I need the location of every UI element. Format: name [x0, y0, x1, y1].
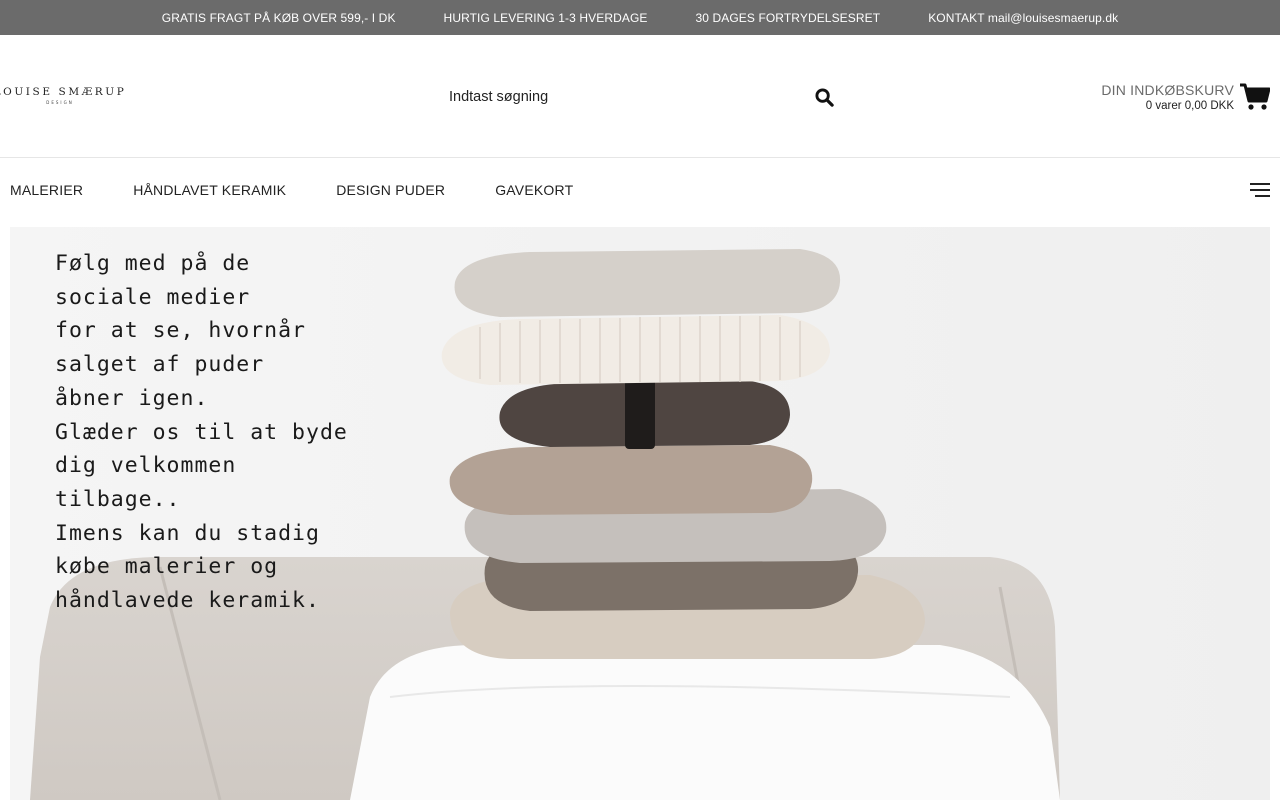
site-logo[interactable]: LOUISE SMÆRUP DESIGN	[0, 86, 124, 110]
hero-line: sociale medier	[55, 284, 251, 310]
hero-line: salget af puder	[55, 352, 265, 378]
nav-item-malerier[interactable]: MALERIER	[10, 182, 83, 198]
hero-line: købe malerier og	[55, 554, 279, 580]
hero-line: åbner igen.	[55, 385, 209, 411]
shopping-cart-button[interactable]: DIN INDKØBSKURV 0 varer 0,00 DKK	[1101, 77, 1270, 117]
site-header: LOUISE SMÆRUP DESIGN DIN INDKØBSKURV 0 v…	[0, 35, 1280, 157]
hero-line: Imens kan du stadig	[55, 520, 320, 546]
topbar-return-policy: 30 DAGES FORTRYDELSESRET	[695, 10, 881, 25]
search-input[interactable]	[440, 77, 800, 117]
top-info-bar: GRATIS FRAGT PÅ KØB OVER 599,- I DK HURT…	[0, 0, 1280, 35]
search-button[interactable]	[812, 85, 836, 109]
cart-title: DIN INDKØBSKURV	[1101, 81, 1234, 98]
cart-summary: 0 varer 0,00 DKK	[1145, 99, 1234, 112]
shopping-cart-icon	[1240, 82, 1270, 112]
topbar-fast-delivery: HURTIG LEVERING 1-3 HVERDAGE	[443, 10, 648, 25]
topbar-contact-link[interactable]: KONTAKT mail@louisesmaerup.dk	[928, 11, 1118, 25]
nav-items: MALERIER HÅNDLAVET KERAMIK DESIGN PUDER …	[10, 158, 573, 222]
search-icon	[814, 87, 834, 107]
nav-item-gavekort[interactable]: GAVEKORT	[495, 182, 573, 198]
hero-message: Følg med på de sociale medier for at se,…	[55, 247, 455, 618]
nav-item-design-puder[interactable]: DESIGN PUDER	[336, 182, 445, 198]
hero-line: dig velkommen	[55, 453, 237, 479]
topbar-free-shipping: GRATIS FRAGT PÅ KØB OVER 599,- I DK	[161, 10, 396, 25]
search-bar	[440, 75, 840, 119]
hero-line: Følg med på de	[55, 251, 251, 276]
hamburger-menu-icon[interactable]	[1250, 182, 1270, 198]
logo-wordmark: LOUISE SMÆRUP	[0, 86, 127, 98]
hero-line: håndlavede keramik.	[55, 588, 320, 614]
nav-item-handlavet-keramik[interactable]: HÅNDLAVET KERAMIK	[133, 182, 286, 198]
hero-line: Glæder os til at byde	[55, 419, 348, 445]
cart-text: DIN INDKØBSKURV 0 varer 0,00 DKK	[1101, 82, 1234, 113]
hero-line: for at se, hvornår	[55, 318, 306, 344]
hero-banner[interactable]: Følg med på de sociale medier for at se,…	[10, 227, 1270, 800]
logo-subtitle: DESIGN	[46, 100, 74, 105]
main-navigation: MALERIER HÅNDLAVET KERAMIK DESIGN PUDER …	[0, 158, 1280, 226]
hero-line: tilbage..	[55, 486, 181, 512]
